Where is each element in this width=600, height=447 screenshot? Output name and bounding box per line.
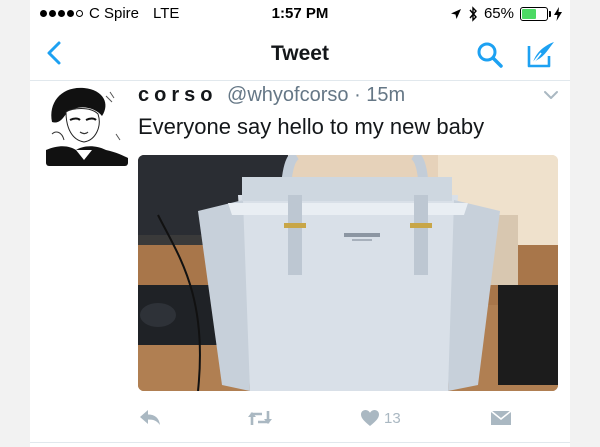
retweet-button[interactable]	[246, 405, 274, 431]
reply-icon	[140, 410, 160, 425]
display-name[interactable]: corso	[138, 84, 217, 106]
bluetooth-icon	[469, 5, 477, 22]
reply-button[interactable]	[138, 405, 162, 431]
tweet-photo[interactable]	[138, 155, 558, 391]
separator: ·	[354, 84, 361, 106]
battery-icon	[520, 6, 551, 21]
right-margin	[570, 0, 600, 447]
divider	[30, 442, 570, 443]
navigation-bar: Tweet	[30, 28, 570, 81]
tweet-screen: C Spire LTE 1:57 PM 65% Tweet corso @why…	[30, 0, 570, 447]
tweet-actions: 13	[138, 405, 558, 431]
heart-icon	[361, 410, 379, 426]
status-bar: C Spire LTE 1:57 PM 65%	[30, 0, 570, 28]
handbag-photo-illustration	[138, 155, 558, 391]
retweet-icon	[248, 411, 272, 425]
timestamp: 15m	[366, 84, 406, 106]
battery-percent: 65%	[483, 5, 514, 22]
like-count: 13	[384, 409, 401, 427]
user-handle[interactable]: @whyofcorso	[227, 84, 348, 106]
direct-message-button[interactable]	[490, 405, 512, 431]
left-margin	[0, 0, 30, 447]
caret-down-icon[interactable]	[542, 86, 560, 104]
like-button[interactable]: 13	[360, 405, 401, 431]
search-icon[interactable]	[475, 40, 505, 70]
charging-icon	[554, 6, 562, 21]
compose-icon[interactable]	[525, 38, 557, 70]
tweet-header: corso @whyofcorso · 15m	[138, 84, 405, 107]
message-icon	[490, 410, 512, 425]
avatar[interactable]	[46, 84, 128, 166]
avatar-illustration	[46, 84, 128, 166]
status-right: 65%	[450, 5, 562, 22]
location-arrow-icon	[450, 8, 461, 19]
tweet-text: Everyone say hello to my new baby	[138, 114, 485, 139]
